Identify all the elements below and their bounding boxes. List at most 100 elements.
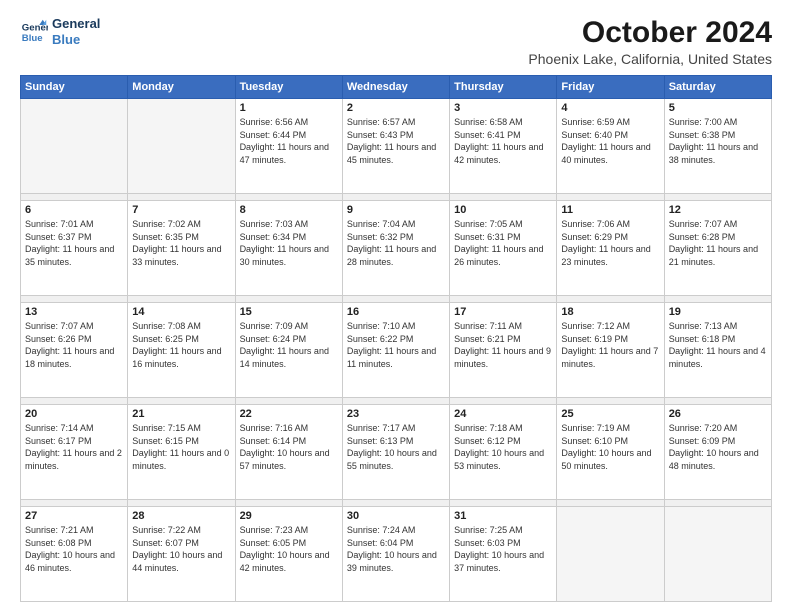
day-info: Sunrise: 7:16 AMSunset: 6:14 PMDaylight:… — [240, 422, 338, 472]
day-info: Sunrise: 7:08 AMSunset: 6:25 PMDaylight:… — [132, 320, 230, 370]
day-number: 17 — [454, 306, 552, 318]
calendar-header-row: Sunday Monday Tuesday Wednesday Thursday… — [21, 76, 772, 99]
calendar-week-2: 6 Sunrise: 7:01 AMSunset: 6:37 PMDayligh… — [21, 200, 772, 295]
logo-blue: Blue — [52, 32, 100, 48]
calendar-cell: 26 Sunrise: 7:20 AMSunset: 6:09 PMDaylig… — [664, 404, 771, 499]
day-number: 30 — [347, 510, 445, 522]
day-info: Sunrise: 7:09 AMSunset: 6:24 PMDaylight:… — [240, 320, 338, 370]
col-friday: Friday — [557, 76, 664, 99]
day-number: 20 — [25, 408, 123, 420]
day-number: 5 — [669, 102, 767, 114]
day-number: 6 — [25, 204, 123, 216]
calendar-cell — [128, 99, 235, 194]
day-info: Sunrise: 7:20 AMSunset: 6:09 PMDaylight:… — [669, 422, 767, 472]
logo-icon: General Blue — [20, 18, 48, 46]
day-number: 26 — [669, 408, 767, 420]
day-number: 28 — [132, 510, 230, 522]
col-wednesday: Wednesday — [342, 76, 449, 99]
calendar-cell: 7 Sunrise: 7:02 AMSunset: 6:35 PMDayligh… — [128, 200, 235, 295]
day-number: 31 — [454, 510, 552, 522]
day-number: 21 — [132, 408, 230, 420]
logo-general: General — [52, 16, 100, 32]
col-tuesday: Tuesday — [235, 76, 342, 99]
day-number: 13 — [25, 306, 123, 318]
calendar-cell: 5 Sunrise: 7:00 AMSunset: 6:38 PMDayligh… — [664, 99, 771, 194]
calendar-cell — [557, 506, 664, 601]
day-number: 15 — [240, 306, 338, 318]
day-number: 7 — [132, 204, 230, 216]
day-number: 22 — [240, 408, 338, 420]
col-thursday: Thursday — [450, 76, 557, 99]
day-number: 16 — [347, 306, 445, 318]
calendar-cell: 25 Sunrise: 7:19 AMSunset: 6:10 PMDaylig… — [557, 404, 664, 499]
day-number: 25 — [561, 408, 659, 420]
calendar-cell — [21, 99, 128, 194]
svg-text:Blue: Blue — [22, 32, 43, 43]
day-number: 12 — [669, 204, 767, 216]
calendar-cell: 23 Sunrise: 7:17 AMSunset: 6:13 PMDaylig… — [342, 404, 449, 499]
day-info: Sunrise: 7:10 AMSunset: 6:22 PMDaylight:… — [347, 320, 445, 370]
calendar-cell: 9 Sunrise: 7:04 AMSunset: 6:32 PMDayligh… — [342, 200, 449, 295]
day-number: 4 — [561, 102, 659, 114]
day-info: Sunrise: 7:06 AMSunset: 6:29 PMDaylight:… — [561, 218, 659, 268]
calendar-cell: 12 Sunrise: 7:07 AMSunset: 6:28 PMDaylig… — [664, 200, 771, 295]
calendar-cell: 29 Sunrise: 7:23 AMSunset: 6:05 PMDaylig… — [235, 506, 342, 601]
day-info: Sunrise: 7:18 AMSunset: 6:12 PMDaylight:… — [454, 422, 552, 472]
day-info: Sunrise: 7:14 AMSunset: 6:17 PMDaylight:… — [25, 422, 123, 472]
calendar-cell: 3 Sunrise: 6:58 AMSunset: 6:41 PMDayligh… — [450, 99, 557, 194]
page: General Blue General Blue October 2024 P… — [0, 0, 792, 612]
day-info: Sunrise: 6:58 AMSunset: 6:41 PMDaylight:… — [454, 116, 552, 166]
calendar-cell: 16 Sunrise: 7:10 AMSunset: 6:22 PMDaylig… — [342, 302, 449, 397]
day-info: Sunrise: 7:19 AMSunset: 6:10 PMDaylight:… — [561, 422, 659, 472]
calendar-cell: 14 Sunrise: 7:08 AMSunset: 6:25 PMDaylig… — [128, 302, 235, 397]
calendar-cell: 8 Sunrise: 7:03 AMSunset: 6:34 PMDayligh… — [235, 200, 342, 295]
calendar-cell: 21 Sunrise: 7:15 AMSunset: 6:15 PMDaylig… — [128, 404, 235, 499]
day-number: 18 — [561, 306, 659, 318]
day-number: 14 — [132, 306, 230, 318]
calendar-week-5: 27 Sunrise: 7:21 AMSunset: 6:08 PMDaylig… — [21, 506, 772, 601]
calendar-cell: 18 Sunrise: 7:12 AMSunset: 6:19 PMDaylig… — [557, 302, 664, 397]
calendar-cell: 22 Sunrise: 7:16 AMSunset: 6:14 PMDaylig… — [235, 404, 342, 499]
calendar-cell: 27 Sunrise: 7:21 AMSunset: 6:08 PMDaylig… — [21, 506, 128, 601]
day-number: 9 — [347, 204, 445, 216]
calendar-week-1: 1 Sunrise: 6:56 AMSunset: 6:44 PMDayligh… — [21, 99, 772, 194]
calendar-cell: 20 Sunrise: 7:14 AMSunset: 6:17 PMDaylig… — [21, 404, 128, 499]
calendar-cell — [664, 506, 771, 601]
col-monday: Monday — [128, 76, 235, 99]
day-info: Sunrise: 7:22 AMSunset: 6:07 PMDaylight:… — [132, 524, 230, 574]
day-number: 23 — [347, 408, 445, 420]
subtitle: Phoenix Lake, California, United States — [528, 51, 772, 67]
week-divider — [21, 398, 772, 405]
calendar-cell: 15 Sunrise: 7:09 AMSunset: 6:24 PMDaylig… — [235, 302, 342, 397]
calendar-cell: 30 Sunrise: 7:24 AMSunset: 6:04 PMDaylig… — [342, 506, 449, 601]
day-info: Sunrise: 6:56 AMSunset: 6:44 PMDaylight:… — [240, 116, 338, 166]
day-number: 1 — [240, 102, 338, 114]
day-info: Sunrise: 7:15 AMSunset: 6:15 PMDaylight:… — [132, 422, 230, 472]
day-info: Sunrise: 7:23 AMSunset: 6:05 PMDaylight:… — [240, 524, 338, 574]
calendar-cell: 13 Sunrise: 7:07 AMSunset: 6:26 PMDaylig… — [21, 302, 128, 397]
day-number: 11 — [561, 204, 659, 216]
main-title: October 2024 — [528, 16, 772, 49]
col-saturday: Saturday — [664, 76, 771, 99]
day-info: Sunrise: 7:24 AMSunset: 6:04 PMDaylight:… — [347, 524, 445, 574]
calendar-table: Sunday Monday Tuesday Wednesday Thursday… — [20, 75, 772, 602]
day-info: Sunrise: 7:01 AMSunset: 6:37 PMDaylight:… — [25, 218, 123, 268]
day-info: Sunrise: 7:11 AMSunset: 6:21 PMDaylight:… — [454, 320, 552, 370]
day-number: 2 — [347, 102, 445, 114]
week-divider — [21, 194, 772, 201]
day-info: Sunrise: 7:07 AMSunset: 6:26 PMDaylight:… — [25, 320, 123, 370]
day-info: Sunrise: 7:00 AMSunset: 6:38 PMDaylight:… — [669, 116, 767, 166]
calendar-week-4: 20 Sunrise: 7:14 AMSunset: 6:17 PMDaylig… — [21, 404, 772, 499]
day-number: 19 — [669, 306, 767, 318]
calendar-cell: 11 Sunrise: 7:06 AMSunset: 6:29 PMDaylig… — [557, 200, 664, 295]
calendar-cell: 24 Sunrise: 7:18 AMSunset: 6:12 PMDaylig… — [450, 404, 557, 499]
day-info: Sunrise: 7:02 AMSunset: 6:35 PMDaylight:… — [132, 218, 230, 268]
day-info: Sunrise: 7:07 AMSunset: 6:28 PMDaylight:… — [669, 218, 767, 268]
day-info: Sunrise: 7:21 AMSunset: 6:08 PMDaylight:… — [25, 524, 123, 574]
day-number: 29 — [240, 510, 338, 522]
day-info: Sunrise: 7:25 AMSunset: 6:03 PMDaylight:… — [454, 524, 552, 574]
day-info: Sunrise: 7:12 AMSunset: 6:19 PMDaylight:… — [561, 320, 659, 370]
title-block: October 2024 Phoenix Lake, California, U… — [528, 16, 772, 67]
day-number: 10 — [454, 204, 552, 216]
day-info: Sunrise: 7:04 AMSunset: 6:32 PMDaylight:… — [347, 218, 445, 268]
